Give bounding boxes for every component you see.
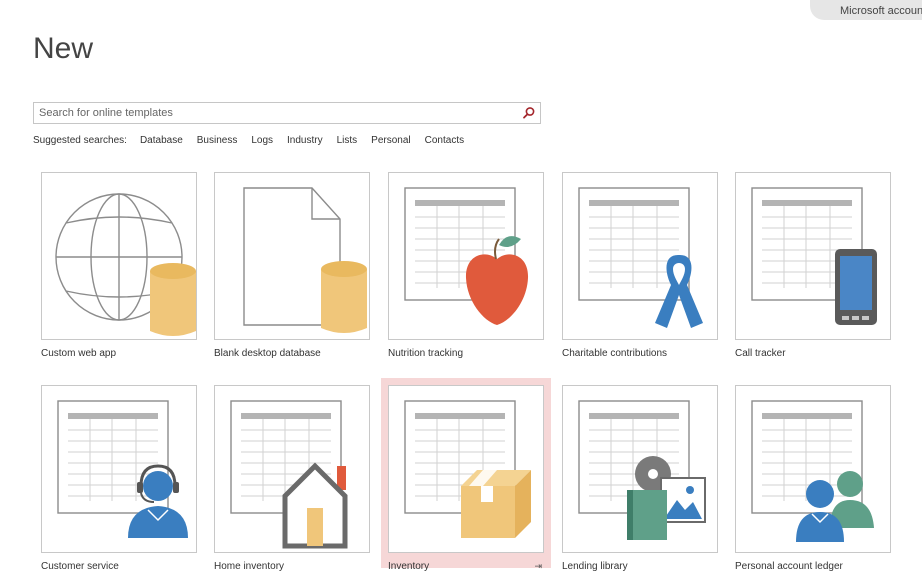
globe-database-icon <box>55 193 196 336</box>
template-thumbnail <box>214 172 370 340</box>
search-icon[interactable] <box>522 106 536 120</box>
template-thumbnail <box>41 385 197 553</box>
suggested-search-personal[interactable]: Personal <box>371 135 410 146</box>
template-label: Call tracker <box>735 348 786 359</box>
headset-person-table-icon <box>57 400 188 538</box>
media-table-icon <box>578 400 706 540</box>
template-thumbnail <box>562 172 718 340</box>
people-table-icon <box>751 400 874 542</box>
template-thumbnail <box>41 172 197 340</box>
template-tile-inventory[interactable]: Inventory ⇥ <box>381 378 551 572</box>
template-label: Custom web app <box>41 348 117 359</box>
template-thumbnail <box>735 172 891 340</box>
ribbon-table-icon <box>578 187 703 328</box>
template-thumbnail <box>735 385 891 553</box>
phone-table-icon <box>751 187 877 325</box>
template-label: Home inventory <box>214 561 285 572</box>
search-input[interactable] <box>34 103 519 123</box>
pin-icon[interactable]: ⇥ <box>534 561 542 572</box>
template-thumbnail <box>388 385 544 553</box>
template-label: Lending library <box>562 561 628 572</box>
suggested-search-contacts[interactable]: Contacts <box>425 135 464 146</box>
template-thumbnail <box>388 172 544 340</box>
template-label: Blank desktop database <box>214 348 321 359</box>
suggested-search-industry[interactable]: Industry <box>287 135 323 146</box>
template-tile-personal-account-ledger[interactable]: Personal account ledger <box>735 385 891 572</box>
box-table-icon <box>404 400 531 538</box>
template-tile-customer-service[interactable]: Customer service <box>41 385 197 572</box>
template-label: Nutrition tracking <box>388 348 464 359</box>
suggested-search-logs[interactable]: Logs <box>251 135 273 146</box>
template-tile-custom-web-app[interactable]: Custom web app <box>41 172 197 359</box>
apple-table-icon <box>404 187 529 325</box>
suggested-searches-label: Suggested searches: <box>33 135 127 146</box>
account-label[interactable]: Microsoft account <box>840 5 922 17</box>
template-tile-blank-desktop-database[interactable]: Blank desktop database <box>214 172 370 359</box>
template-tile-home-inventory[interactable]: Home inventory <box>214 385 370 572</box>
template-thumbnail <box>214 385 370 553</box>
template-label: Customer service <box>41 561 119 572</box>
template-thumbnail <box>562 385 718 553</box>
template-label: Charitable contributions <box>562 348 668 359</box>
template-label: Inventory <box>388 561 430 572</box>
page-title: New <box>33 32 94 65</box>
suggested-search-database[interactable]: Database <box>140 135 183 146</box>
suggested-search-business[interactable]: Business <box>197 135 238 146</box>
template-tile-lending-library[interactable]: Lending library <box>562 385 718 572</box>
template-label: Personal account ledger <box>735 561 843 572</box>
blank-document-database-icon <box>243 187 367 333</box>
search-box <box>33 102 541 124</box>
suggested-search-lists[interactable]: Lists <box>337 135 358 146</box>
suggested-searches: Suggested searches: Database Business Lo… <box>33 135 464 146</box>
house-table-icon <box>230 400 348 549</box>
template-tile-call-tracker[interactable]: Call tracker <box>735 172 891 359</box>
template-tile-charitable-contributions[interactable]: Charitable contributions <box>562 172 718 359</box>
template-tile-nutrition-tracking[interactable]: Nutrition tracking <box>388 172 544 359</box>
